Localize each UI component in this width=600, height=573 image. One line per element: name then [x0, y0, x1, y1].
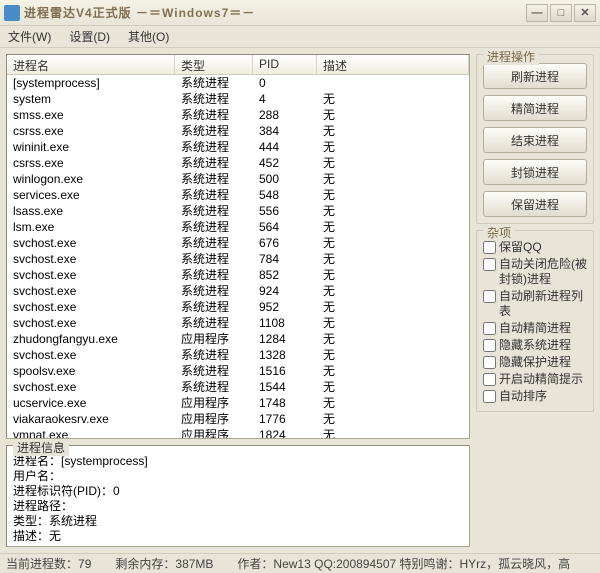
chk-auto-simplify[interactable]: 自动精简进程: [483, 320, 587, 337]
status-bar: 当前进程数：79 剩余内存：387MB 作者：New13 QQ:20089450…: [0, 553, 600, 573]
window-title: 进程雷达V4正式版 －＝Windows7＝－: [24, 4, 526, 21]
menubar: 文件(W) 设置(D) 其他(O): [0, 26, 600, 48]
chk-hide-protected[interactable]: 隐藏保护进程: [483, 354, 587, 371]
table-row[interactable]: svchost.exe系统进程784无: [7, 251, 469, 267]
table-row[interactable]: wininit.exe系统进程444无: [7, 139, 469, 155]
table-row[interactable]: [systemprocess]系统进程0: [7, 75, 469, 91]
table-row[interactable]: csrss.exe系统进程452无: [7, 155, 469, 171]
table-row[interactable]: svchost.exe系统进程1108无: [7, 315, 469, 331]
table-row[interactable]: svchost.exe系统进程1544无: [7, 379, 469, 395]
maximize-button[interactable]: □: [550, 4, 572, 22]
info-pid-label: 进程标识符(PID)：: [13, 484, 113, 498]
app-icon: [4, 5, 20, 21]
info-name-value: [systemprocess]: [61, 454, 148, 468]
table-row[interactable]: zhudongfangyu.exe应用程序1284无: [7, 331, 469, 347]
col-type[interactable]: 类型: [175, 55, 253, 74]
menu-other[interactable]: 其他(O): [128, 28, 169, 45]
titlebar: 进程雷达V4正式版 －＝Windows7＝－ — □ ✕: [0, 0, 600, 26]
operations-panel: 进程操作 刷新进程 精简进程 结束进程 封锁进程 保留进程: [476, 54, 594, 224]
info-user-label: 用户名：: [13, 469, 61, 483]
keep-button[interactable]: 保留进程: [483, 191, 587, 217]
table-row[interactable]: svchost.exe系统进程952无: [7, 299, 469, 315]
minimize-button[interactable]: —: [526, 4, 548, 22]
info-type-value: 系统进程: [49, 514, 97, 528]
status-count: 当前进程数：79: [6, 555, 91, 572]
close-button[interactable]: ✕: [574, 4, 596, 22]
process-info-panel: 进程信息 进程名：[systemprocess] 用户名： 进程标识符(PID)…: [6, 445, 470, 547]
table-row[interactable]: system系统进程4无: [7, 91, 469, 107]
table-row[interactable]: svchost.exe系统进程924无: [7, 283, 469, 299]
table-row[interactable]: services.exe系统进程548无: [7, 187, 469, 203]
info-pid-value: 0: [113, 484, 120, 498]
table-row[interactable]: smss.exe系统进程288无: [7, 107, 469, 123]
chk-auto-sort[interactable]: 自动排序: [483, 388, 587, 405]
info-legend: 进程信息: [13, 439, 69, 456]
table-row[interactable]: ucservice.exe应用程序1748无: [7, 395, 469, 411]
misc-legend: 杂项: [483, 224, 515, 241]
table-row[interactable]: svchost.exe系统进程852无: [7, 267, 469, 283]
chk-keep-qq[interactable]: 保留QQ: [483, 239, 587, 256]
col-pid[interactable]: PID: [253, 55, 317, 74]
menu-settings[interactable]: 设置(D): [69, 28, 110, 45]
chk-enable-hint[interactable]: 开启动精简提示: [483, 371, 587, 388]
table-row[interactable]: spoolsv.exe系统进程1516无: [7, 363, 469, 379]
table-row[interactable]: svchost.exe系统进程1328无: [7, 347, 469, 363]
lock-button[interactable]: 封锁进程: [483, 159, 587, 185]
menu-file[interactable]: 文件(W): [8, 28, 51, 45]
col-desc[interactable]: 描述: [317, 55, 469, 74]
list-header: 进程名 类型 PID 描述: [7, 55, 469, 75]
chk-auto-refresh[interactable]: 自动刷新进程列表: [483, 288, 587, 320]
simplify-button[interactable]: 精简进程: [483, 95, 587, 121]
status-author: 作者：New13 QQ:200894507 特别鸣谢：HYrz，孤云晓风，高: [237, 555, 594, 572]
info-type-label: 类型：: [13, 514, 49, 528]
info-name-label: 进程名：: [13, 454, 61, 468]
info-path-label: 进程路径：: [13, 499, 73, 513]
table-row[interactable]: winlogon.exe系统进程500无: [7, 171, 469, 187]
info-desc-value: 无: [49, 529, 61, 543]
end-button[interactable]: 结束进程: [483, 127, 587, 153]
misc-panel: 杂项 保留QQ 自动关闭危险(被封锁)进程 自动刷新进程列表 自动精简进程 隐藏…: [476, 230, 594, 412]
refresh-button[interactable]: 刷新进程: [483, 63, 587, 89]
table-row[interactable]: lsass.exe系统进程556无: [7, 203, 469, 219]
table-row[interactable]: csrss.exe系统进程384无: [7, 123, 469, 139]
chk-auto-close-danger[interactable]: 自动关闭危险(被封锁)进程: [483, 256, 587, 288]
ops-legend: 进程操作: [483, 48, 539, 65]
status-memory: 剩余内存：387MB: [115, 555, 213, 572]
chk-hide-system[interactable]: 隐藏系统进程: [483, 337, 587, 354]
table-row[interactable]: viakaraokesrv.exe应用程序1776无: [7, 411, 469, 427]
table-row[interactable]: vmnat.exe应用程序1824无: [7, 427, 469, 438]
table-row[interactable]: lsm.exe系统进程564无: [7, 219, 469, 235]
info-desc-label: 描述：: [13, 529, 49, 543]
table-row[interactable]: svchost.exe系统进程676无: [7, 235, 469, 251]
col-name[interactable]: 进程名: [7, 55, 175, 74]
process-list[interactable]: 进程名 类型 PID 描述 [systemprocess]系统进程0system…: [6, 54, 470, 439]
